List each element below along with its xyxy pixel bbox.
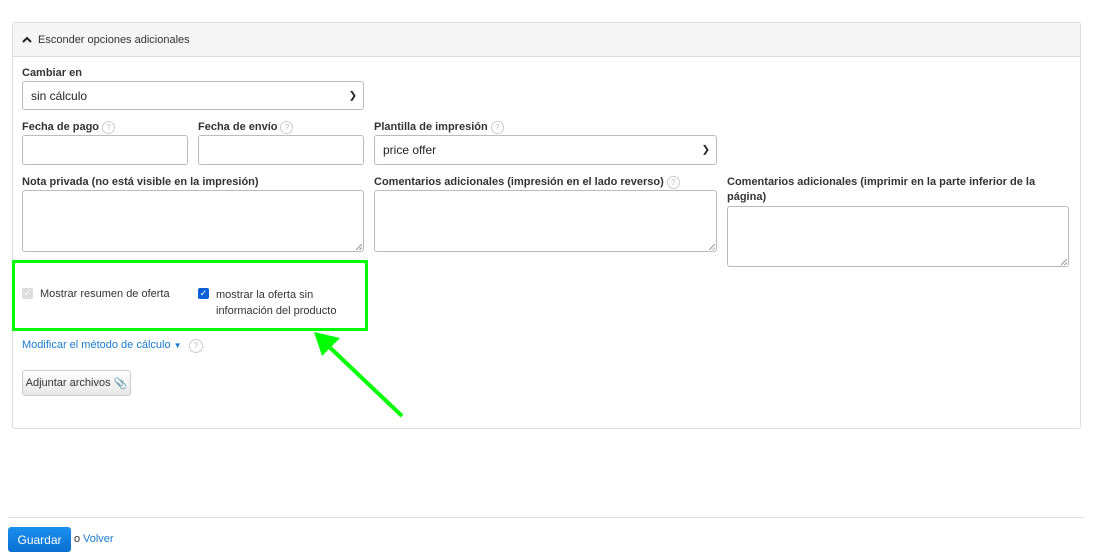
mostrar-sin-info-label: mostrar la oferta sin información del pr…: [216, 289, 337, 317]
mostrar-resumen-label: Mostrar resumen de oferta: [40, 288, 170, 300]
mostrar-resumen-checkbox[interactable]: ✓: [22, 288, 33, 299]
modificar-metodo-link[interactable]: Modificar el método de cálculo ▼: [22, 339, 182, 351]
resize-handle[interactable]: [1061, 259, 1067, 265]
or-text: o: [74, 533, 81, 545]
plantilla-value: price offer: [383, 143, 437, 157]
comentarios-reverso-textarea[interactable]: [374, 190, 717, 252]
help-icon[interactable]: ?: [280, 120, 294, 134]
resize-handle[interactable]: [709, 244, 715, 250]
volver-link[interactable]: Volver: [83, 533, 114, 545]
toggle-additional-options[interactable]: Esconder opciones adicionales: [13, 23, 1080, 57]
help-icon[interactable]: ?: [189, 339, 203, 353]
comentarios-inferior-textarea[interactable]: [727, 206, 1069, 267]
chevron-down-icon: ❯: [701, 144, 710, 156]
paperclip-icon: 📎: [113, 377, 128, 390]
annotation-arrow: [314, 332, 404, 418]
help-icon[interactable]: ?: [666, 175, 680, 189]
toggle-label: Esconder opciones adicionales: [38, 33, 190, 46]
cambiar-en-select[interactable]: sin cálculo ❯: [22, 81, 364, 110]
fecha-pago-label: Fecha de pago?: [22, 120, 116, 135]
cambiar-en-value: sin cálculo: [31, 88, 88, 103]
divider: [8, 517, 1084, 518]
chevron-down-icon: ❯: [348, 90, 357, 101]
plantilla-label: Plantilla de impresión?: [374, 120, 504, 135]
fecha-pago-input[interactable]: [22, 135, 188, 165]
mostrar-sin-info-checkbox[interactable]: ✓: [198, 288, 209, 299]
nota-privada-textarea[interactable]: [22, 190, 364, 252]
help-icon[interactable]: ?: [490, 120, 504, 134]
caret-down-icon: ▼: [173, 341, 182, 350]
nota-privada-label: Nota privada (no está visible en la impr…: [22, 176, 259, 188]
comentarios-reverso-label: Comentarios adicionales (impresión en el…: [374, 175, 680, 190]
fecha-envio-label: Fecha de envío?: [198, 120, 294, 135]
adjuntar-archivos-button[interactable]: Adjuntar archivos 📎: [22, 370, 131, 396]
help-icon[interactable]: ?: [102, 120, 116, 134]
cambiar-en-label: Cambiar en: [22, 67, 82, 79]
fecha-envio-input[interactable]: [198, 135, 364, 165]
guardar-button[interactable]: Guardar: [8, 527, 71, 552]
comentarios-inferior-label: Comentarios adicionales (imprimir en la …: [727, 176, 1036, 203]
resize-handle[interactable]: [356, 244, 362, 250]
plantilla-select[interactable]: price offer ❯: [374, 135, 717, 165]
chevron-up-icon: [22, 36, 32, 43]
